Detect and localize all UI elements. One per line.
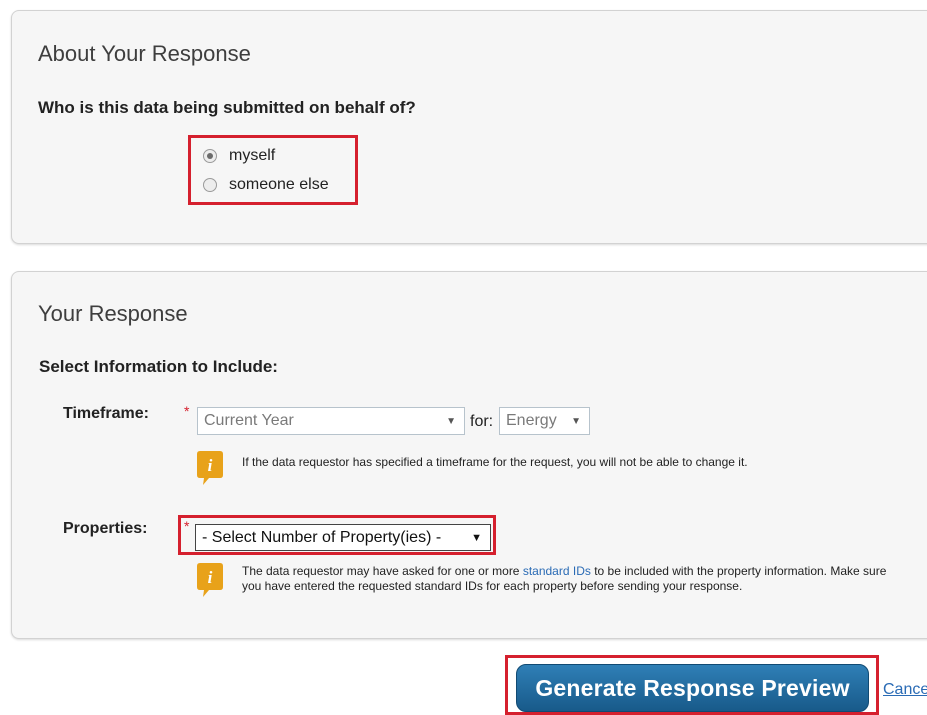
properties-label: Properties: [63,520,148,537]
properties-required-mark: * [184,518,190,534]
dropdown-arrow-icon: ▼ [571,415,581,427]
radio-label-someone-else: someone else [229,176,329,193]
timeframe-label: Timeframe: [63,405,149,422]
radio-option-someone-else[interactable]: someone else [203,176,329,194]
properties-help-before: The data requestor may have asked for on… [242,564,523,578]
timeframe-select-value: Current Year [204,412,294,429]
radio-option-myself[interactable]: myself [203,147,275,165]
dropdown-arrow-icon: ▼ [471,531,482,544]
properties-help-text: The data requestor may have asked for on… [242,564,902,594]
svg-text:i: i [208,568,213,587]
timeframe-help-text: If the data requestor has specified a ti… [242,455,748,469]
highlight-box-behalf [188,135,358,205]
info-icon: i [197,451,223,485]
about-panel-title: About Your Response [38,41,251,66]
radio-checked-icon[interactable] [203,149,217,163]
response-panel-title: Your Response [38,301,188,326]
for-label: for: [470,413,494,430]
metric-select-value: Energy [506,412,557,429]
info-icon: i [197,563,223,597]
select-info-heading: Select Information to Include: [39,357,278,376]
properties-select[interactable]: - Select Number of Property(ies) - ▼ [195,524,491,551]
radio-unchecked-icon[interactable] [203,178,217,192]
timeframe-select[interactable]: Current Year ▼ [197,407,465,435]
standard-ids-link[interactable]: standard IDs [523,564,591,578]
metric-select[interactable]: Energy ▼ [499,407,590,435]
radio-label-myself: myself [229,147,276,164]
properties-select-value: - Select Number of Property(ies) - [202,528,442,546]
about-response-panel: About Your Response Who is this data bei… [11,10,927,244]
timeframe-required-mark: * [184,403,190,419]
svg-text:i: i [208,456,213,475]
cancel-link[interactable]: Cancel [883,681,927,699]
generate-response-preview-button[interactable]: Generate Response Preview [516,664,869,712]
dropdown-arrow-icon: ▼ [446,415,456,427]
behalf-question: Who is this data being submitted on beha… [38,98,416,117]
